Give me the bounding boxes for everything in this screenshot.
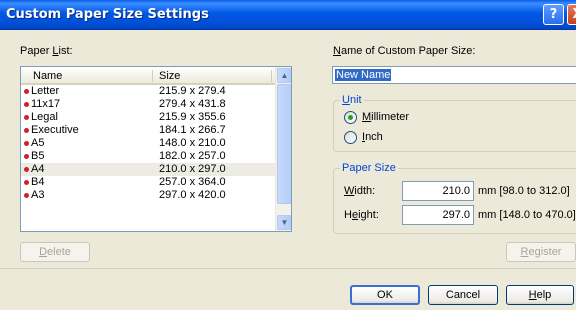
column-header-name[interactable]: Name [33,70,62,82]
custom-name-label: Name of Custom Paper Size: [333,45,475,57]
millimeter-label[interactable]: Millimeter [362,111,409,123]
paper-bullet-icon [24,128,29,133]
list-row[interactable]: Executive 184.1 x 266.7 [21,124,275,137]
inch-radio[interactable] [344,131,357,144]
height-label-text: ight: [358,209,379,221]
column-divider[interactable] [271,70,272,82]
millimeter-text: illimeter [371,111,410,123]
list-row[interactable]: B5 182.0 x 257.0 [21,150,275,163]
help-button[interactable]: Help [506,285,574,305]
row-size: 182.0 x 257.0 [159,150,226,162]
list-row-selected[interactable]: A4 210.0 x 297.0 [21,163,275,176]
paper-bullet-icon [24,154,29,159]
ok-button[interactable]: OK [350,285,420,305]
width-label: Width: [344,185,375,197]
column-header-size[interactable]: Size [159,70,180,82]
title-close-button[interactable]: X [567,4,576,25]
paper-bullet-icon [24,167,29,172]
row-size: 215.9 x 355.6 [159,111,226,123]
width-label-text: idth: [354,185,376,197]
row-size: 184.1 x 266.7 [159,124,226,136]
list-row[interactable]: B4 257.0 x 364.0 [21,176,275,189]
register-mnemonic: R [520,246,529,258]
list-row[interactable]: 11x17 279.4 x 431.8 [21,98,275,111]
custom-name-input[interactable]: New Name [332,66,576,84]
height-label: Height: [344,209,379,221]
paper-bullet-icon [24,193,29,198]
row-name: B4 [31,176,45,188]
help-mnemonic: H [528,289,537,301]
row-name: Letter [31,85,60,97]
row-size: 257.0 x 364.0 [159,176,226,188]
cancel-button[interactable]: Cancel [428,285,498,305]
delete-label: elete [47,246,71,258]
scroll-down-button[interactable]: ▼ [277,215,291,230]
dialog-window: Custom Paper Size Settings ? X Paper Lis… [0,0,576,310]
unit-label-text: nit [349,94,362,106]
paper-bullet-icon [24,102,29,107]
row-name: A5 [31,137,45,149]
close-icon: X [572,7,576,22]
millimeter-mnemonic: M [362,111,372,123]
width-input[interactable]: 210.0 [402,181,474,201]
row-size: 215.9 x 279.4 [159,85,226,97]
paper-size-group: Paper Size Width: 210.0 mm [98.0 to 312.… [333,162,576,234]
row-size: 297.0 x 420.0 [159,189,226,201]
width-range: mm [98.0 to 312.0] [478,185,570,197]
register-label: egister [528,246,562,258]
delete-button[interactable]: Delete [20,242,90,262]
list-row[interactable]: A5 148.0 x 210.0 [21,137,275,150]
paper-list[interactable]: Name Size Letter 215.9 x 279.4 11x17 279.4… [20,66,292,232]
chevron-up-icon: ▲ [280,71,289,80]
paper-list-label: Paper List: [20,45,73,57]
list-rows: Letter 215.9 x 279.4 11x17 279.4 x 431.8 L… [21,85,275,202]
chevron-down-icon: ▼ [280,218,289,227]
title-bar[interactable]: Custom Paper Size Settings ? X [0,0,576,30]
millimeter-radio[interactable] [344,111,357,124]
paper-bullet-icon [24,180,29,185]
list-header: Name Size [21,67,275,85]
row-name: 11x17 [31,98,61,110]
row-size: 210.0 x 297.0 [159,163,226,175]
paper-bullet-icon [24,89,29,94]
row-name: A4 [31,163,45,175]
row-name: A3 [31,189,45,201]
scroll-thumb[interactable] [277,84,291,204]
inch-text: nch [365,131,383,143]
separator [0,268,576,269]
list-scrollbar[interactable]: ▲ ▼ [275,67,291,231]
row-name: B5 [31,150,45,162]
unit-group: Unit Millimeter Inch [333,94,576,152]
scroll-up-button[interactable]: ▲ [277,68,291,83]
list-row[interactable]: Letter 215.9 x 279.4 [21,85,275,98]
custom-name-mnemonic: N [333,45,341,57]
title-help-button[interactable]: ? [543,4,564,25]
height-label-prefix: H [344,209,352,221]
column-divider[interactable] [152,70,153,82]
paper-list-label-prefix: Paper [20,45,53,57]
row-name: Executive [31,124,79,136]
question-mark-icon: ? [549,7,558,22]
paper-size-group-label: Paper Size [340,162,398,174]
help-label: elp [536,289,552,301]
unit-group-label: Unit [340,94,364,106]
register-button[interactable]: Register [506,242,576,262]
row-size: 279.4 x 431.8 [159,98,226,110]
inch-label[interactable]: Inch [362,131,383,143]
list-row[interactable]: A3 297.0 x 420.0 [21,189,275,202]
list-row[interactable]: Legal 215.9 x 355.6 [21,111,275,124]
delete-mnemonic: D [39,246,48,258]
row-name: Legal [31,111,58,123]
paper-list-label-suffix: ist: [58,45,73,57]
custom-name-value: New Name [335,69,392,81]
paper-bullet-icon [24,141,29,146]
row-size: 148.0 x 210.0 [159,137,226,149]
custom-name-label-text: ame of Custom Paper Size: [340,45,476,57]
width-mnemonic: W [344,185,355,197]
paper-bullet-icon [24,115,29,120]
height-input[interactable]: 297.0 [402,205,474,225]
unit-mnemonic: U [342,94,350,106]
height-range: mm [148.0 to 470.0] [478,209,576,221]
window-title: Custom Paper Size Settings [6,7,209,22]
